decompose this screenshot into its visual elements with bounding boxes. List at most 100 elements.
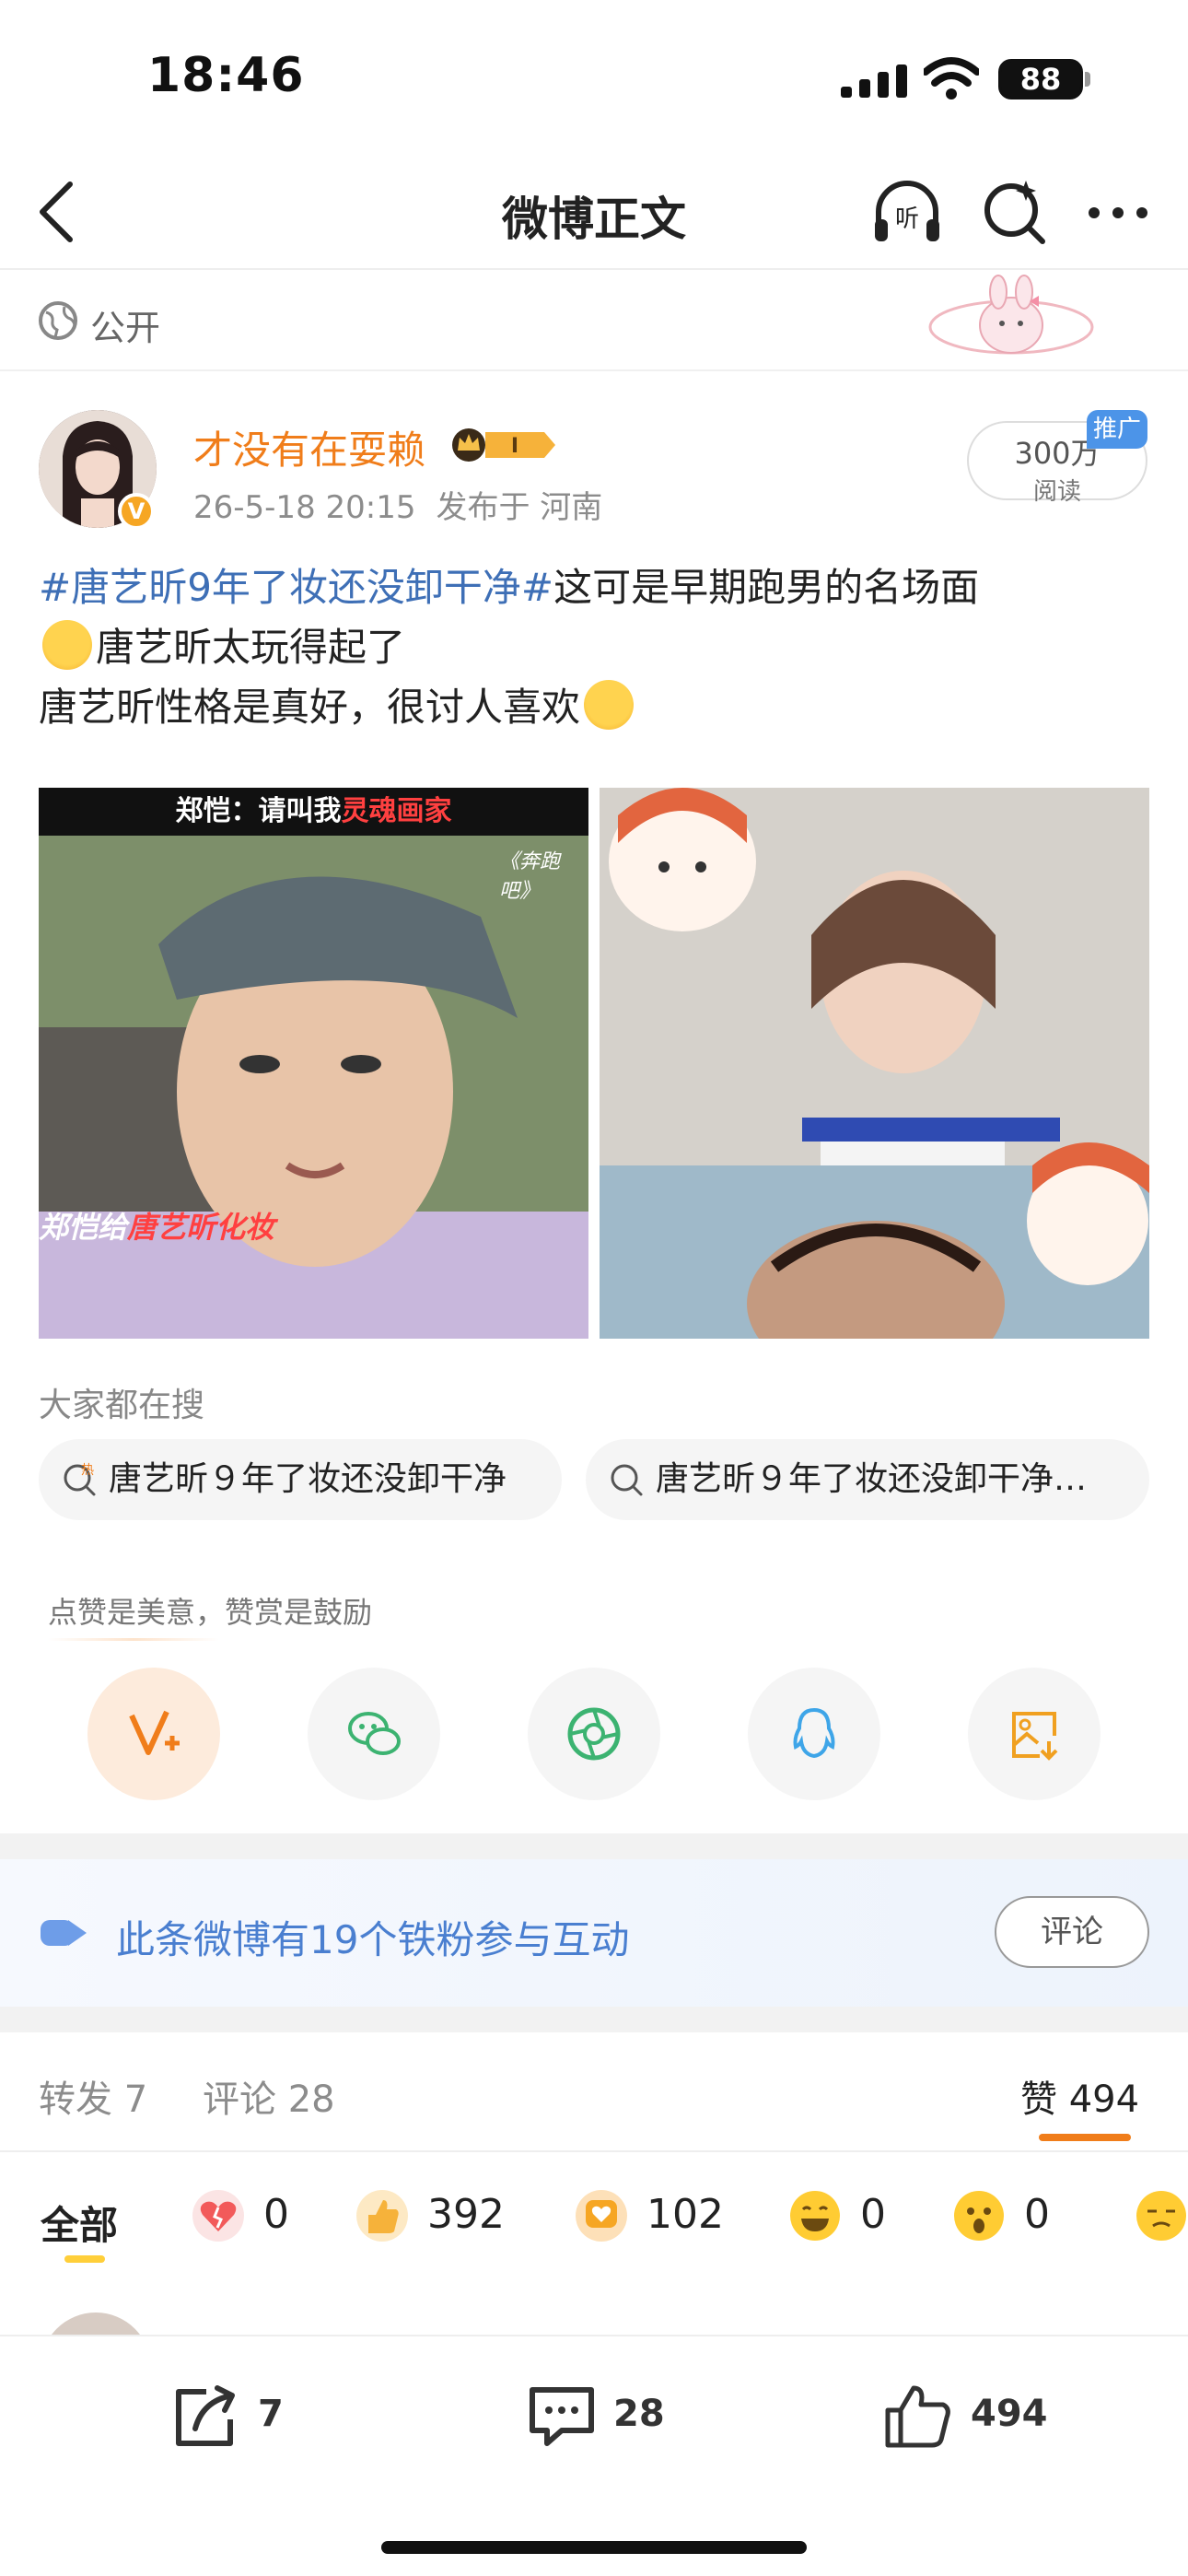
wifi-icon <box>924 57 979 100</box>
engagement-tabs: 转发 7 评论 28 赞 494 <box>0 2032 1188 2152</box>
fans-tag-icon <box>41 1920 87 1946</box>
tab-comments[interactable]: 评论 28 <box>203 2069 335 2123</box>
reaction-count: 102 <box>646 2191 724 2238</box>
repost-share-icon <box>176 2385 235 2446</box>
moments-shutter-icon <box>567 1707 621 1761</box>
trending-search-heading: 大家都在搜 <box>39 1387 205 1424</box>
visibility-bar: 公开 <box>0 272 1188 371</box>
reward-hint-underline <box>48 1638 219 1641</box>
qq-penguin-icon <box>793 1707 835 1759</box>
reward-button[interactable] <box>87 1668 220 1800</box>
like-count: 494 <box>971 2393 1048 2435</box>
post-timestamp: 26-5-18 20:15 <box>193 489 416 526</box>
post-text-line-1: 这可是早期跑男的名场面 <box>553 565 980 610</box>
save-image-button[interactable] <box>968 1668 1101 1800</box>
reaction-count: 0 <box>1024 2191 1050 2238</box>
like-tab-label: 赞 <box>1020 2078 1057 2121</box>
post-text-line-3: 唐艺昕性格是真好，很讨人喜欢 <box>39 685 581 730</box>
promo-tag: 推广 <box>1087 410 1147 449</box>
comment-count: 28 <box>613 2393 665 2435</box>
like-tab-count: 494 <box>1068 2078 1140 2121</box>
reaction-filter-sleepy[interactable] <box>1135 2185 1188 2244</box>
comment-bubble-icon <box>530 2387 594 2446</box>
repost-tab-count: 7 <box>123 2078 148 2121</box>
share-moments-button[interactable] <box>528 1668 660 1800</box>
media-image-left[interactable]: 郑恺：请叫我灵魂画家 《奔跑吧》 郑恺给唐艺昕化妆 <box>39 788 588 1339</box>
sleepy-icon <box>1136 2191 1186 2241</box>
media-caption-bottom: 郑恺给唐艺昕化妆 <box>39 1204 274 1247</box>
tab-likes[interactable]: 赞 494 <box>1020 2069 1139 2123</box>
search-icon[interactable] <box>978 175 1052 251</box>
bottom-caption-prefix: 郑恺给 <box>39 1210 128 1245</box>
post-meta: 26-5-18 20:15 发布于 河南 <box>193 482 623 527</box>
reads-label: 阅读 <box>1032 478 1081 506</box>
fans-comment-button[interactable]: 评论 <box>995 1896 1149 1968</box>
author-name[interactable]: 才没有在耍赖 <box>193 419 425 475</box>
comment-row-partial <box>0 2261 1188 2335</box>
reaction-count: 0 <box>263 2191 289 2238</box>
search-chip-label: 唐艺昕９年了妆还没卸干净… <box>656 1460 1088 1498</box>
search-icon <box>611 1464 643 1496</box>
search-chip-label: 唐艺昕９年了妆还没卸干净 <box>109 1460 507 1498</box>
visibility-label: 公开 <box>90 308 161 348</box>
share-qq-button[interactable] <box>748 1668 880 1800</box>
commenter-avatar[interactable] <box>41 2313 151 2335</box>
hot-tag: 热 <box>81 1463 94 1478</box>
thumbs-up-icon <box>885 2385 950 2448</box>
post-text-line-2: 唐艺昕太玩得起了 <box>96 625 406 670</box>
repost-tab-label: 转发 <box>39 2078 112 2121</box>
search-suggestion-chip[interactable]: 热 唐艺昕９年了妆还没卸干净 <box>39 1439 562 1520</box>
section-divider <box>0 1833 1188 1859</box>
laugh-icon <box>790 2191 840 2241</box>
headphones-listen-icon[interactable]: 听 <box>869 175 945 251</box>
cellular-signal-icon <box>841 64 907 98</box>
post-source: 发布于 河南 <box>436 489 603 526</box>
wechat-icon <box>348 1712 401 1755</box>
status-time: 18:46 <box>147 48 305 103</box>
listen-label: 听 <box>895 205 919 233</box>
battery-indicator: 88 <box>998 59 1083 100</box>
hot-search-icon: 热 <box>64 1463 96 1496</box>
thumbs-up-icon <box>356 2190 408 2242</box>
caption-prefix: 郑恺：请叫我 <box>175 795 342 827</box>
photo-collage-icon <box>600 788 1149 1339</box>
home-indicator[interactable] <box>381 2541 807 2554</box>
tab-reposts[interactable]: 转发 7 <box>39 2069 147 2123</box>
heart-card-icon <box>576 2190 627 2242</box>
battery-tip <box>1085 72 1090 87</box>
comment-tab-label: 评论 <box>203 2078 276 2121</box>
media-grid: 郑恺：请叫我灵魂画家 《奔跑吧》 郑恺给唐艺昕化妆 <box>39 788 1149 1339</box>
fans-interaction-text: 此条微博有19个铁粉参与互动 <box>116 1917 630 1962</box>
heart-eyes-emoji-icon <box>584 680 635 730</box>
reward-hint: 点赞是美意，赞赏是鼓励 <box>48 1595 373 1630</box>
reaction-count: 392 <box>427 2191 505 2238</box>
bottom-caption-highlight: 唐艺昕化妆 <box>127 1210 275 1245</box>
caption-highlight: 灵魂画家 <box>341 795 452 827</box>
comment-tab-count: 28 <box>287 2078 335 2121</box>
globe-icon <box>39 301 77 340</box>
bottom-action-bar: 7 28 494 <box>0 2335 1188 2576</box>
save-image-icon <box>1012 1712 1058 1761</box>
reactions-filter-bar: 全部 0 392 102 0 0 <box>0 2152 1188 2263</box>
post-header: V 才没有在耍赖 I 26-5-18 20:15 发布于 河南 300万 阅读 推… <box>0 373 1188 539</box>
more-options-icon[interactable] <box>1085 182 1151 243</box>
vip-crown-badge-icon[interactable]: I <box>448 427 557 463</box>
nav-bar: 微博正文 听 <box>0 157 1188 270</box>
show-logo: 《奔跑吧》 <box>499 850 561 903</box>
heart-break-icon <box>192 2190 244 2242</box>
fans-banner: 此条微博有19个铁粉参与互动 评论 <box>0 1859 1188 2007</box>
post-body: #唐艺昕9年了妆还没卸干净#这可是早期跑男的名场面 唐艺昕太玩得起了 唐艺昕性格… <box>39 557 1153 737</box>
status-bar: 18:46 88 <box>0 0 1188 157</box>
section-divider <box>0 2007 1188 2032</box>
reaction-filter-all[interactable]: 全部 <box>41 2195 118 2251</box>
share-wechat-button[interactable] <box>308 1668 440 1800</box>
reward-v-plus-icon <box>129 1710 180 1755</box>
topic-hashtag-link[interactable]: #唐艺昕9年了妆还没卸干净# <box>39 565 553 610</box>
active-tab-underline <box>1039 2134 1131 2141</box>
verified-badge-icon: V <box>118 493 155 530</box>
reaction-count: 0 <box>860 2191 886 2238</box>
bunny-sticker-icon <box>928 275 1094 355</box>
media-image-right[interactable] <box>600 788 1149 1339</box>
search-suggestion-chip[interactable]: 唐艺昕９年了妆还没卸干净… <box>586 1439 1149 1520</box>
vip-level-label: I <box>511 435 518 458</box>
